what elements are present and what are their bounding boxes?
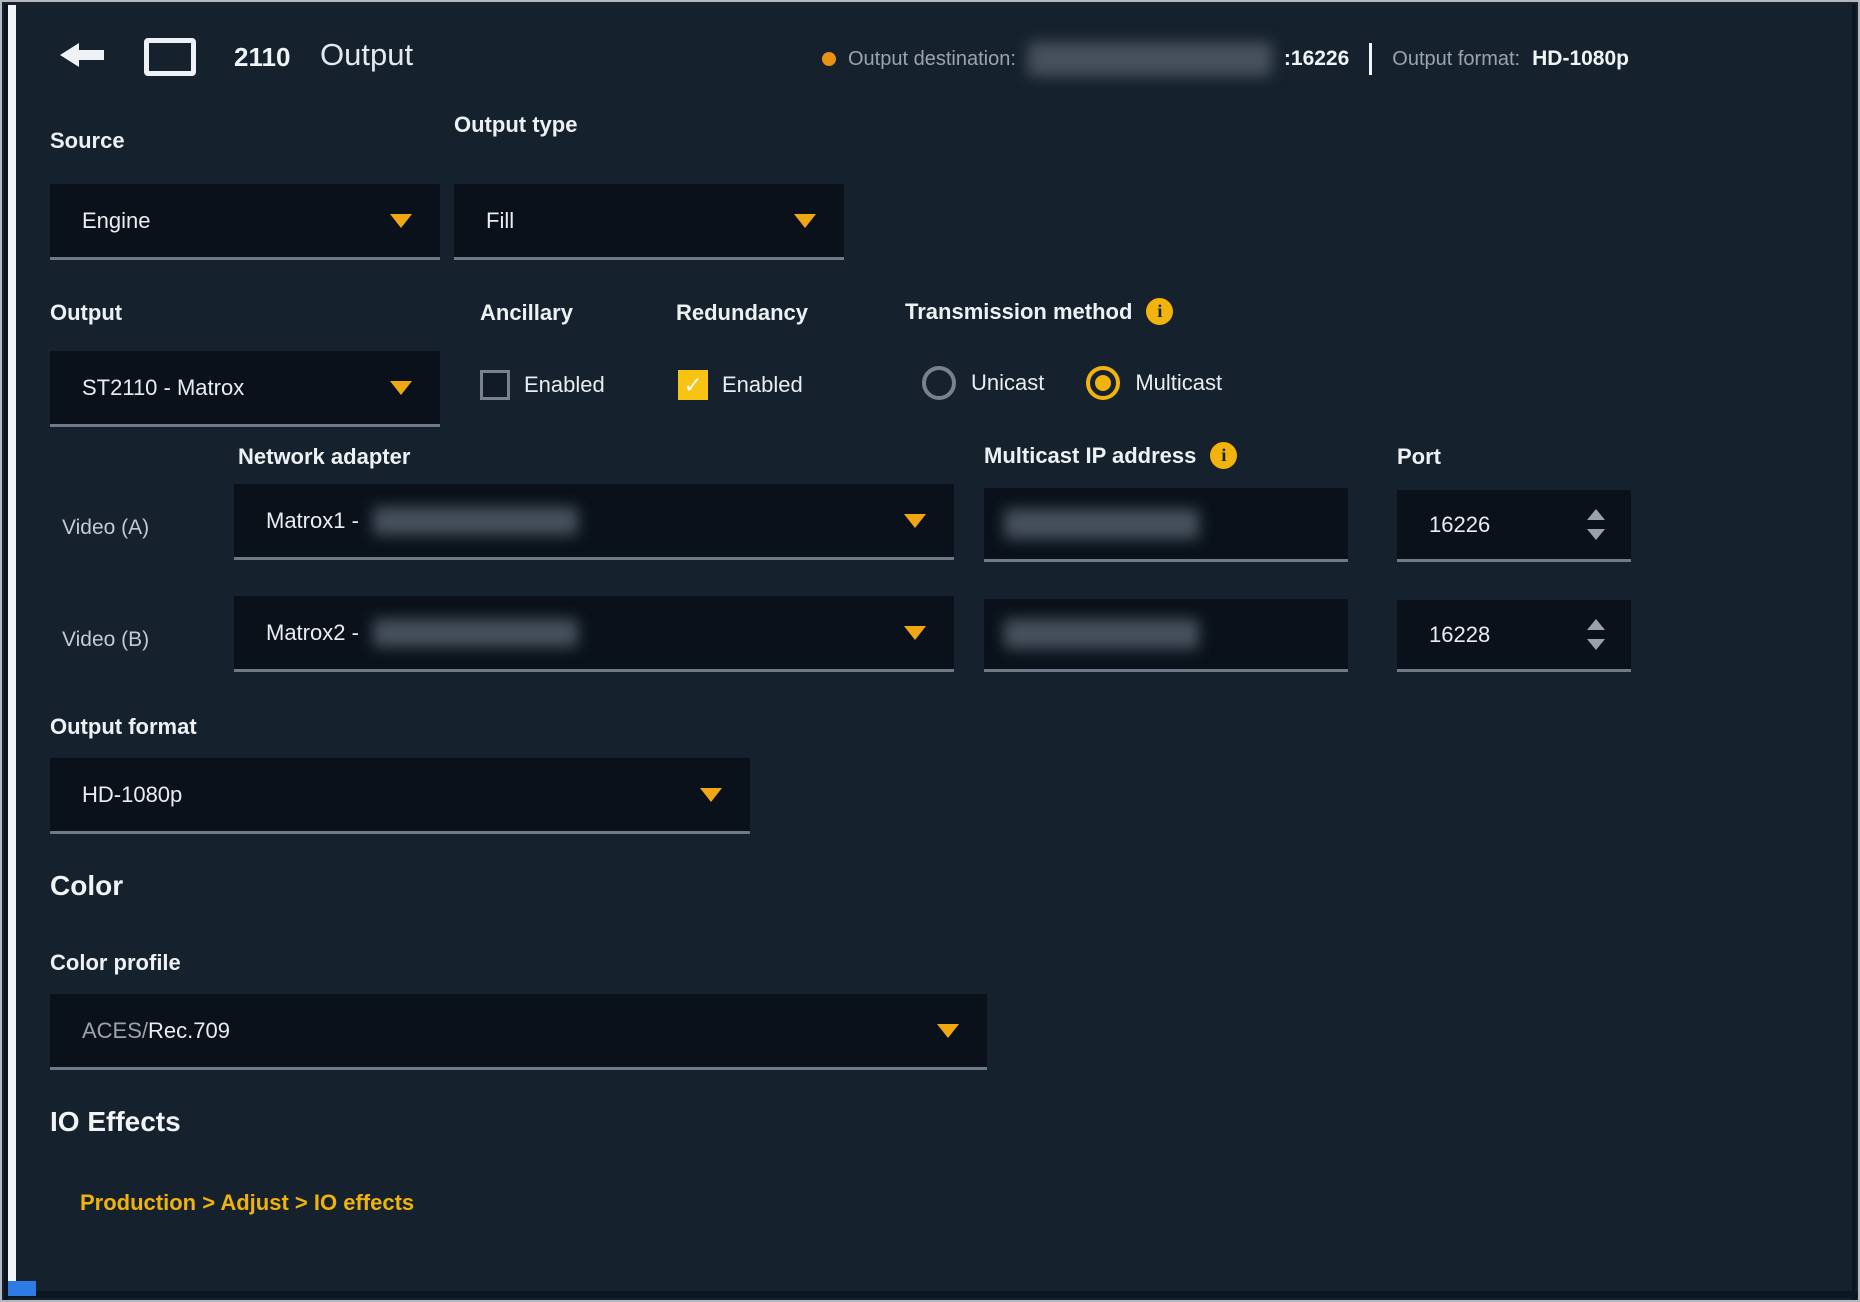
output-format-select[interactable]: HD-1080p	[50, 758, 750, 834]
io-effects-breadcrumb-link[interactable]: Production > Adjust > IO effects	[80, 1190, 414, 1216]
unicast-radio-option[interactable]: Unicast	[922, 366, 1044, 400]
chevron-down-icon	[390, 214, 412, 228]
status-dot-icon	[822, 52, 836, 66]
video-b-port-input[interactable]: 16228	[1397, 600, 1631, 672]
output-settings-window: 2110 Output Output destination: :16226 O…	[0, 0, 1860, 1302]
multicast-radio-option[interactable]: Multicast	[1086, 366, 1222, 400]
bottom-left-blue-fragment	[8, 1281, 36, 1296]
chevron-down-icon	[794, 214, 816, 228]
source-select[interactable]: Engine	[50, 184, 440, 260]
video-a-label: Video (A)	[62, 516, 149, 540]
source-label: Source	[50, 128, 125, 154]
transmission-method-label-text: Transmission method	[905, 299, 1132, 325]
check-icon: ✓	[683, 374, 702, 397]
video-a-ip-redacted	[1004, 509, 1199, 539]
info-icon[interactable]: i	[1146, 298, 1173, 325]
chevron-down-icon	[700, 788, 722, 802]
video-b-label: Video (B)	[62, 628, 149, 652]
video-b-ip-redacted	[1004, 619, 1199, 649]
network-adapter-label: Network adapter	[238, 444, 410, 470]
page-title: Output	[320, 37, 413, 73]
ancillary-label: Ancillary	[480, 300, 573, 326]
multicast-ip-label: Multicast IP address i	[984, 442, 1237, 469]
channel-id: 2110	[234, 42, 290, 73]
output-type-label: Output type	[454, 112, 577, 138]
color-profile-label: Color profile	[50, 950, 181, 976]
video-b-adapter-value: Matrox2 -	[266, 620, 359, 646]
ancillary-checkbox-group: Enabled	[480, 370, 605, 400]
video-b-adapter-redacted	[373, 619, 578, 647]
info-icon[interactable]: i	[1210, 442, 1237, 469]
output-select[interactable]: ST2110 - Matrox	[50, 351, 440, 427]
back-arrow-icon	[58, 40, 106, 70]
window-right-border	[1852, 4, 1856, 1300]
output-format-select-value: HD-1080p	[82, 782, 182, 808]
redundancy-label: Redundancy	[676, 300, 808, 326]
multicast-ip-label-text: Multicast IP address	[984, 443, 1196, 469]
video-a-adapter-value: Matrox1 -	[266, 508, 359, 534]
destination-port: :16226	[1284, 47, 1349, 71]
stepper-up-icon[interactable]	[1587, 509, 1605, 520]
port-stepper[interactable]	[1587, 509, 1605, 540]
chevron-down-icon	[937, 1024, 959, 1038]
video-b-port-value: 16228	[1429, 622, 1490, 648]
chevron-down-icon	[904, 514, 926, 528]
ancillary-checkbox[interactable]	[480, 370, 510, 400]
stepper-down-icon[interactable]	[1587, 529, 1605, 540]
output-type-select-value: Fill	[486, 208, 514, 234]
color-profile-prefix: ACES/	[82, 1018, 148, 1044]
destination-label: Output destination:	[848, 48, 1016, 71]
output-format-label: Output format	[50, 714, 197, 740]
window-bottom-border	[4, 1291, 1858, 1298]
color-profile-value: Rec.709	[148, 1018, 230, 1044]
video-a-adapter-select[interactable]: Matrox1 -	[234, 484, 954, 560]
transmission-method-radio-group: Unicast Multicast	[922, 366, 1222, 400]
unicast-radio-label: Unicast	[971, 370, 1044, 396]
multicast-radio-label: Multicast	[1135, 370, 1222, 396]
video-b-adapter-select[interactable]: Matrox2 -	[234, 596, 954, 672]
output-type-select[interactable]: Fill	[454, 184, 844, 260]
stepper-up-icon[interactable]	[1587, 619, 1605, 630]
source-select-value: Engine	[82, 208, 151, 234]
format-label: Output format:	[1392, 48, 1520, 71]
color-profile-select[interactable]: ACES/ Rec.709	[50, 994, 987, 1070]
status-divider	[1369, 43, 1372, 75]
status-bar: Output destination: :16226 Output format…	[822, 38, 1629, 80]
destination-address-redacted	[1028, 42, 1272, 76]
redundancy-checkbox-label: Enabled	[722, 372, 803, 398]
format-value: HD-1080p	[1532, 47, 1629, 71]
unicast-radio[interactable]	[922, 366, 956, 400]
port-stepper[interactable]	[1587, 619, 1605, 650]
video-b-multicast-ip-input[interactable]	[984, 599, 1348, 672]
output-window-icon[interactable]	[144, 38, 196, 76]
output-label: Output	[50, 300, 122, 326]
redundancy-checkbox[interactable]: ✓	[678, 370, 708, 400]
redundancy-checkbox-group: ✓ Enabled	[678, 370, 803, 400]
video-a-port-input[interactable]: 16226	[1397, 490, 1631, 562]
io-effects-section-heading: IO Effects	[50, 1106, 181, 1138]
radio-dot-icon	[1095, 375, 1111, 391]
video-a-adapter-redacted	[373, 507, 578, 535]
back-button[interactable]	[58, 40, 106, 70]
video-a-port-value: 16226	[1429, 512, 1490, 538]
stepper-down-icon[interactable]	[1587, 639, 1605, 650]
output-select-value: ST2110 - Matrox	[82, 375, 244, 401]
multicast-radio[interactable]	[1086, 366, 1120, 400]
chevron-down-icon	[390, 381, 412, 395]
left-scrollbar-strip[interactable]	[8, 5, 16, 1295]
transmission-method-label: Transmission method i	[905, 298, 1173, 325]
ancillary-checkbox-label: Enabled	[524, 372, 605, 398]
color-section-heading: Color	[50, 870, 123, 902]
port-label: Port	[1397, 444, 1441, 470]
video-a-multicast-ip-input[interactable]	[984, 488, 1348, 562]
chevron-down-icon	[904, 626, 926, 640]
